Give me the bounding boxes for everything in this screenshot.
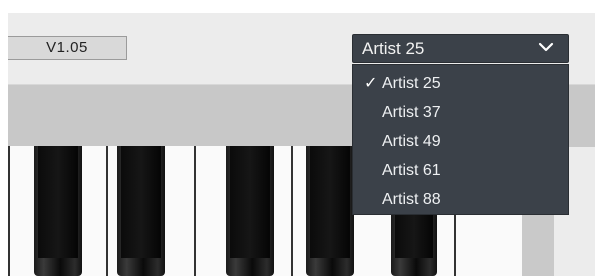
menu-item-label: Artist 37	[382, 104, 441, 121]
white-key-separator	[106, 146, 108, 276]
menu-item-artist-49[interactable]: Artist 49	[353, 127, 568, 156]
menu-item-artist-25[interactable]: ✓ Artist 25	[353, 69, 568, 98]
chevron-down-icon	[538, 42, 554, 52]
menu-item-label: Artist 25	[382, 75, 441, 92]
checkmark-icon: ✓	[364, 75, 378, 92]
instrument-dropdown[interactable]: Artist 25	[352, 34, 569, 63]
black-key[interactable]	[226, 146, 274, 276]
dropdown-selected-value: Artist 25	[362, 39, 425, 58]
app-window: V1.05 Artist 25 ✓ Artist 25 Artist 37 Ar…	[0, 0, 603, 276]
menu-item-artist-88[interactable]: Artist 88	[353, 185, 568, 214]
white-key-separator	[291, 146, 293, 276]
instrument-dropdown-menu: ✓ Artist 25 Artist 37 Artist 49 Artist 6…	[352, 64, 569, 215]
black-key[interactable]	[117, 146, 165, 276]
menu-item-label: Artist 49	[382, 133, 441, 150]
white-key-separator	[194, 146, 196, 276]
menu-item-label: Artist 88	[382, 191, 441, 208]
menu-item-label: Artist 61	[382, 162, 441, 179]
black-key[interactable]	[34, 146, 82, 276]
menu-item-artist-37[interactable]: Artist 37	[353, 98, 568, 127]
version-label: V1.05	[8, 36, 127, 60]
black-key[interactable]	[306, 146, 354, 276]
white-key-separator	[8, 146, 10, 276]
menu-item-artist-61[interactable]: Artist 61	[353, 156, 568, 185]
